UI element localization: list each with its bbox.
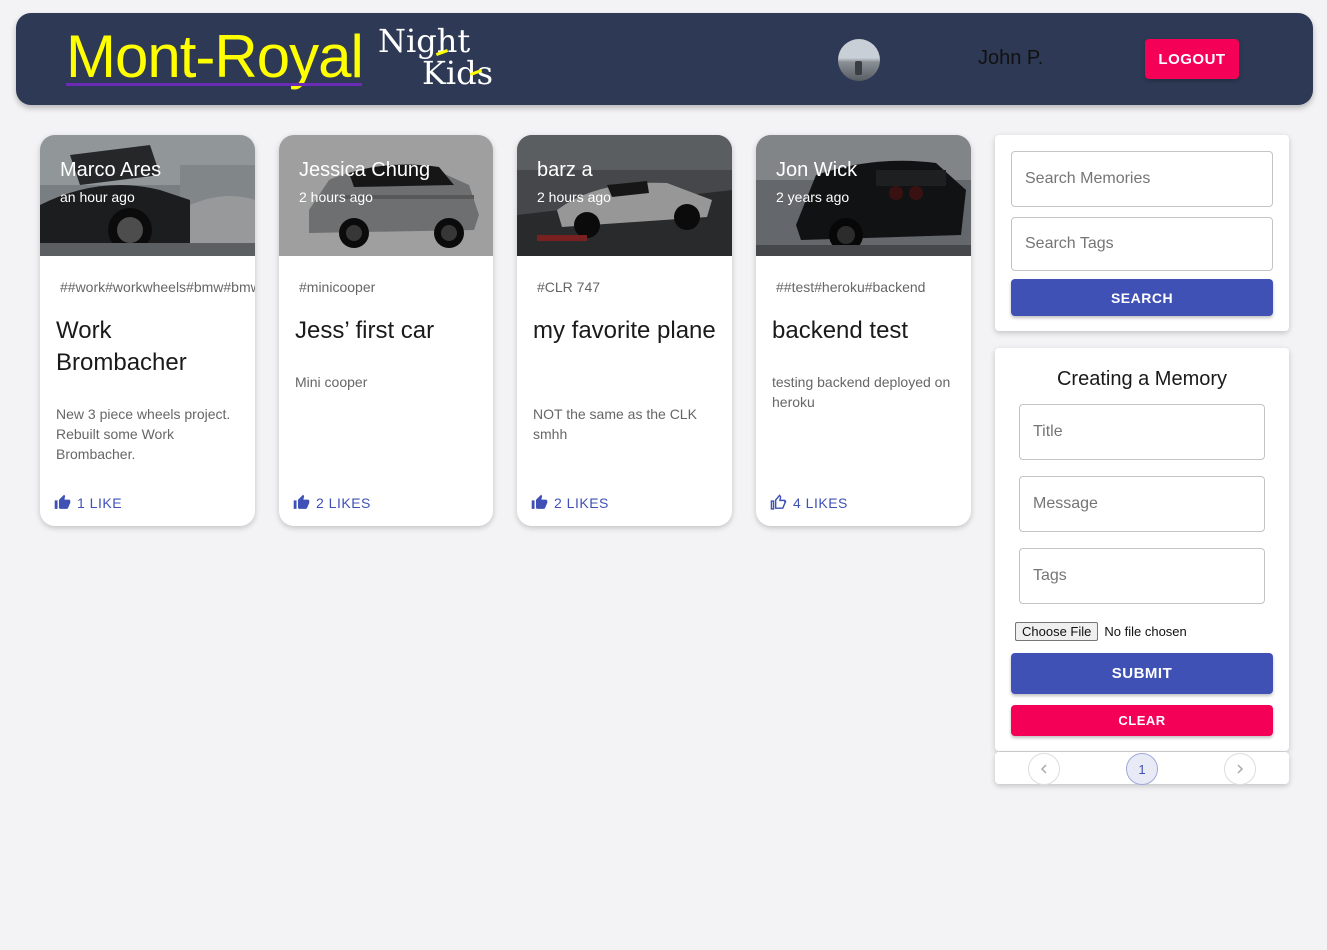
like-count: 2 LIKES: [554, 494, 609, 511]
brand-title[interactable]: Mont-Royal: [66, 27, 364, 87]
search-memories-input[interactable]: Search Memories: [1011, 151, 1273, 207]
submit-button[interactable]: SUBMIT: [1011, 653, 1273, 694]
post-title: backend test: [772, 317, 909, 344]
like-count: 4 LIKES: [793, 494, 848, 511]
logout-button[interactable]: LOGOUT: [1145, 39, 1239, 79]
post-title: Work Brombacher: [56, 317, 187, 376]
post-message: Mini cooper: [295, 374, 368, 390]
tags-input[interactable]: Tags: [1019, 548, 1265, 604]
clear-button[interactable]: CLEAR: [1011, 705, 1273, 736]
night-kids-logo: Night Kids: [378, 25, 493, 89]
like-count: 2 LIKES: [316, 494, 371, 511]
search-tags-input[interactable]: Search Tags: [1011, 217, 1273, 271]
like-button[interactable]: 2 LIKES: [293, 494, 371, 511]
post-tags: #minicooper: [299, 279, 376, 295]
pagination: 1: [995, 752, 1289, 785]
post-tags: #CLR 747: [537, 279, 601, 295]
create-memory-form: Creating a Memory Title Message Tags Cho…: [995, 348, 1289, 751]
post-creator: Jessica Chung: [299, 159, 431, 181]
message-input[interactable]: Message: [1019, 476, 1265, 532]
form-title: Creating a Memory: [1056, 368, 1228, 390]
logo-line-kids: Kids: [422, 54, 494, 92]
post-title: my favorite plane: [533, 317, 716, 344]
post-creator: barz a: [537, 159, 593, 181]
search-panel: Search Memories Search Tags SEARCH: [995, 135, 1289, 331]
file-status: No file chosen: [1104, 624, 1187, 639]
memory-card[interactable]: barz a 2 hours ago #CLR 747 my favorite …: [517, 135, 732, 526]
post-title: Jess’ first car: [295, 317, 435, 344]
username: John P.: [978, 47, 1044, 69]
like-button[interactable]: 1 LIKE: [54, 494, 122, 511]
chevron-left-icon[interactable]: [1028, 753, 1060, 785]
post-time: 2 hours ago: [299, 189, 373, 205]
post-tags: ##work#workwheels#bmw#bmw: [60, 279, 255, 295]
page-button[interactable]: 1: [1126, 753, 1158, 785]
brand-underline: [66, 83, 362, 86]
chevron-right-icon[interactable]: [1224, 753, 1256, 785]
post-time: an hour ago: [60, 189, 135, 205]
post-tags: ##test#heroku#backend: [776, 279, 926, 295]
post-message: NOT the same as the CLK smhh: [533, 406, 697, 442]
file-input[interactable]: Choose File No file chosen: [1015, 622, 1187, 641]
post-message: testing backend deployed on heroku: [772, 374, 951, 410]
post-time: 2 hours ago: [537, 189, 611, 205]
post-creator: Jon Wick: [776, 159, 858, 181]
thumb-up-icon: [531, 494, 548, 509]
avatar[interactable]: [838, 39, 880, 81]
memory-card[interactable]: Jessica Chung 2 hours ago #minicooper Je…: [279, 135, 493, 526]
app-bar: Mont-Royal Night Kids John P. LOGOUT: [16, 13, 1313, 105]
title-input[interactable]: Title: [1019, 404, 1265, 460]
thumb-up-outline-icon: [770, 494, 787, 510]
thumb-up-icon: [293, 494, 310, 509]
post-creator: Marco Ares: [60, 159, 162, 181]
post-message: New 3 piece wheels project. Rebuilt some…: [56, 406, 231, 462]
search-button[interactable]: SEARCH: [1011, 279, 1273, 316]
memory-card[interactable]: Jon Wick 2 years ago ##test#heroku#backe…: [756, 135, 971, 526]
like-button[interactable]: 2 LIKES: [531, 494, 609, 511]
like-count: 1 LIKE: [77, 494, 123, 511]
post-time: 2 years ago: [776, 189, 850, 205]
choose-file-button[interactable]: Choose File: [1015, 622, 1099, 641]
memory-card[interactable]: Marco Ares an hour ago ##work#workwheels…: [40, 135, 255, 526]
like-button[interactable]: 4 LIKES: [770, 494, 848, 511]
thumb-up-icon: [54, 494, 71, 509]
